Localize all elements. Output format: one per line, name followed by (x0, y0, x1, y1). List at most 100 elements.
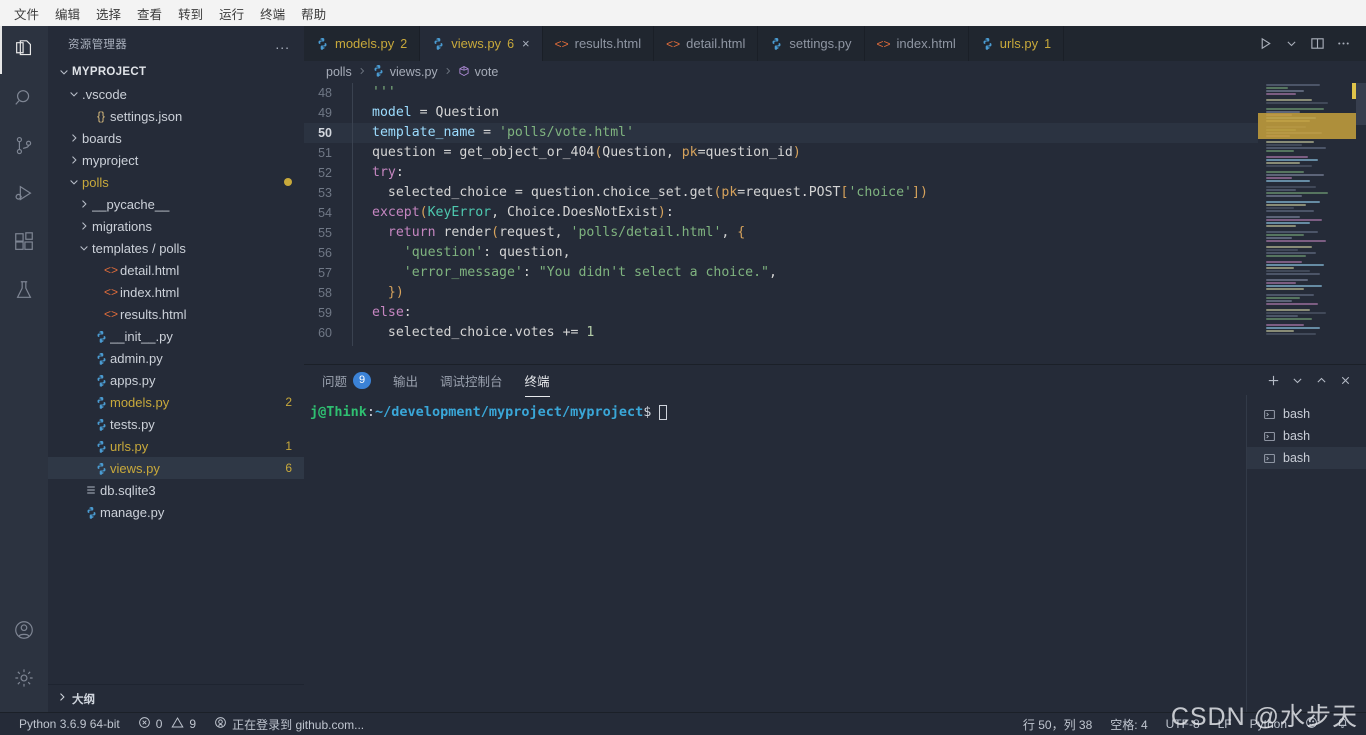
tree-item--vscode[interactable]: .vscode (48, 83, 304, 105)
tree-item-admin-py[interactable]: admin.py (48, 347, 304, 369)
editor-tab-views-py[interactable]: views.py 6 × (420, 26, 543, 61)
maximize-panel-icon[interactable] (1310, 369, 1332, 391)
tree-item-migrations[interactable]: migrations (48, 215, 304, 237)
code-editor[interactable]: 48 ''' 49 model = Question 50 template_name =… (304, 83, 1366, 364)
chevron-down-icon[interactable] (1286, 369, 1308, 391)
code-line[interactable]: 55 return render(request, 'polls/detail.… (304, 220, 1258, 246)
menu-item-2[interactable]: 选择 (88, 1, 129, 26)
minimap[interactable] (1258, 83, 1366, 364)
tree-item-models-py[interactable]: models.py 2 (48, 391, 304, 413)
breadcrumb[interactable]: polls views.py vote (304, 61, 1366, 83)
status-eol[interactable]: LF (1209, 713, 1241, 735)
menu-item-5[interactable]: 运行 (211, 1, 252, 26)
chevron-down-icon[interactable] (76, 242, 92, 254)
status-feedback[interactable] (1296, 713, 1327, 735)
tree-item-myproject[interactable]: MYPROJECT (48, 61, 304, 83)
menu-item-0[interactable]: 文件 (6, 1, 47, 26)
status-encoding[interactable]: UTF-8 (1157, 713, 1209, 735)
search-icon[interactable] (0, 74, 48, 122)
editor-tabs[interactable]: models.py 2 views.py 6 × <> results.html <> deta… (304, 26, 1242, 61)
editor-tab-detail-html[interactable]: <> detail.html (654, 26, 759, 61)
code-lines[interactable]: 48 ''' 49 model = Question 50 template_name =… (304, 83, 1258, 364)
menu-item-4[interactable]: 转到 (170, 1, 211, 26)
chevron-down-icon[interactable] (1280, 33, 1302, 55)
run-python-file-icon[interactable] (1254, 33, 1276, 55)
code-line[interactable]: 53 selected_choice = question.choice_set… (304, 180, 1258, 206)
code-line[interactable]: 54 except(KeyError, Choice.DoesNotExist): (304, 200, 1258, 226)
run-debug-icon[interactable] (0, 170, 48, 218)
code-line[interactable]: 51 question = get_object_or_404(Question,… (304, 140, 1258, 166)
new-terminal-icon[interactable] (1262, 369, 1284, 391)
panel-tab-1[interactable]: 输出 (393, 365, 418, 396)
breadcrumb-item[interactable]: vote (475, 65, 499, 79)
sidebar-more-icon[interactable]: ... (275, 36, 290, 52)
editor-tab-results-html[interactable]: <> results.html (542, 26, 655, 61)
tree-item-db-sqlite3[interactable]: db.sqlite3 (48, 479, 304, 501)
more-actions-icon[interactable] (1332, 33, 1354, 55)
tree-item-myproject[interactable]: myproject (48, 149, 304, 171)
terminal-instance[interactable]: bash (1247, 425, 1366, 447)
panel-tab-0[interactable]: 问题 9 (322, 365, 372, 396)
terminal-instance[interactable]: bash (1247, 403, 1366, 425)
tree-item-settings-json[interactable]: {} settings.json (48, 105, 304, 127)
breadcrumb-item[interactable]: polls (326, 65, 352, 79)
menu-item-6[interactable]: 终端 (252, 1, 293, 26)
tree-item-results-html[interactable]: <> results.html (48, 303, 304, 325)
panel-tabs[interactable]: 问题 9 输出 调试控制台 终端 (322, 365, 1262, 397)
terminal-output[interactable]: j@Think: ~/development/myproject/myprojec… (304, 395, 1246, 712)
tree-item--init-py[interactable]: __init__.py (48, 325, 304, 347)
status-python-version[interactable]: Python 3.6.9 64-bit (10, 713, 129, 735)
chevron-down-icon[interactable] (56, 66, 72, 78)
code-line[interactable]: 60 selected_choice.votes += 1 (304, 320, 1258, 346)
outline-section-header[interactable]: 大纲 (48, 684, 304, 712)
settings-gear-icon[interactable] (0, 654, 48, 702)
panel-tab-3[interactable]: 终端 (524, 365, 550, 397)
tree-item-urls-py[interactable]: urls.py 1 (48, 435, 304, 457)
chevron-right-icon[interactable] (66, 132, 82, 144)
account-icon[interactable] (0, 606, 48, 654)
code-line[interactable]: 50 template_name = 'polls/vote.html' (304, 120, 1258, 146)
chevron-down-icon[interactable] (66, 88, 82, 100)
code-line[interactable]: 58 }) (304, 280, 1258, 306)
code-line[interactable]: 59 else: (304, 300, 1258, 326)
tree-item-tests-py[interactable]: tests.py (48, 413, 304, 435)
tree-item-index-html[interactable]: <> index.html (48, 281, 304, 303)
tree-item-detail-html[interactable]: <> detail.html (48, 259, 304, 281)
chevron-right-icon[interactable] (76, 220, 92, 232)
code-line[interactable]: 57 'error_message': "You didn't select a… (304, 260, 1258, 286)
status-cursor-position[interactable]: 行 50，列 38 (1014, 713, 1101, 735)
editor-tab-settings-py[interactable]: settings.py (758, 26, 865, 61)
panel-tab-2[interactable]: 调试控制台 (440, 365, 503, 396)
code-line[interactable]: 48 ''' (304, 83, 1258, 106)
editor-tab-models-py[interactable]: models.py 2 (304, 26, 421, 61)
chevron-right-icon[interactable] (66, 154, 82, 166)
tree-item-manage-py[interactable]: manage.py (48, 501, 304, 523)
source-control-icon[interactable] (0, 122, 48, 170)
status-language-mode[interactable]: Python (1241, 713, 1296, 735)
menu-item-3[interactable]: 查看 (129, 1, 170, 26)
status-problems[interactable]: 0 9 (129, 713, 205, 735)
tree-item-templates-polls[interactable]: templates / polls (48, 237, 304, 259)
explorer-icon[interactable] (0, 26, 48, 74)
code-line[interactable]: 56 'question': question, (304, 240, 1258, 266)
status-notifications[interactable] (1327, 713, 1358, 735)
chevron-down-icon[interactable] (66, 176, 82, 188)
menu-item-1[interactable]: 编辑 (47, 1, 88, 26)
close-panel-icon[interactable] (1334, 369, 1356, 391)
menu-item-7[interactable]: 帮助 (293, 1, 334, 26)
terminal-instance-list[interactable]: bash bash bash (1246, 395, 1366, 712)
status-github-login[interactable]: 正在登录到 github.com... (205, 713, 373, 735)
tree-item-views-py[interactable]: views.py 6 (48, 457, 304, 479)
editor-tab-urls-py[interactable]: urls.py 1 (968, 26, 1065, 61)
testing-icon[interactable] (0, 266, 48, 314)
editor-tab-index-html[interactable]: <> index.html (864, 26, 969, 61)
file-tree[interactable]: MYPROJECT .vscode {} settings.json boards myp… (48, 61, 304, 684)
tree-item-apps-py[interactable]: apps.py (48, 369, 304, 391)
close-icon[interactable]: × (522, 36, 530, 51)
extensions-icon[interactable] (0, 218, 48, 266)
breadcrumb-item[interactable]: views.py (390, 65, 438, 79)
code-line[interactable]: 52 try: (304, 160, 1258, 186)
split-editor-icon[interactable] (1306, 33, 1328, 55)
tree-item-polls[interactable]: polls (48, 171, 304, 193)
tree-item-boards[interactable]: boards (48, 127, 304, 149)
